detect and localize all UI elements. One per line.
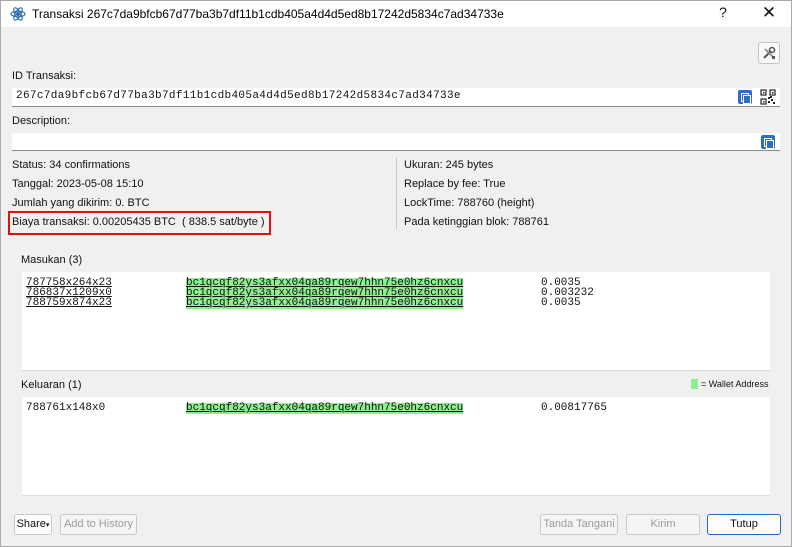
txid-value: 267c7da9bfcb67d77ba3b7df11b1cdb405a4d4d5… xyxy=(16,90,461,102)
close-button-label: Tutup xyxy=(730,518,758,530)
wallet-address-legend: = Wallet Address xyxy=(701,379,769,389)
output-address[interactable]: bc1qcqf82ys3afxx04qa89rqew7hhn75e0hz6cnx… xyxy=(186,403,464,414)
add-to-history-button[interactable]: Add to History xyxy=(60,514,137,535)
list-item[interactable]: 788761x148x0 bc1qcqf82ys3afxx04qa89rqew7… xyxy=(22,403,767,414)
input-amount: 0.0035 xyxy=(541,297,581,309)
size-text: Ukuran: 245 bytes xyxy=(404,159,494,171)
help-button[interactable]: ? xyxy=(715,4,731,22)
transaction-dialog: Transaksi 267c7da9bfcb67d77ba3b7df11b1cd… xyxy=(0,0,792,547)
inputs-label: Masukan (3) xyxy=(21,254,83,266)
input-outpoint[interactable]: 788759x874x23 xyxy=(26,298,112,309)
title-bar: Transaksi 267c7da9bfcb67d77ba3b7df11b1cd… xyxy=(1,1,791,27)
description-field[interactable] xyxy=(12,133,780,151)
sign-button[interactable]: Tanda Tangani xyxy=(540,514,618,535)
status-text: Status: 34 confirmations xyxy=(12,159,131,171)
add-to-history-label: Add to History xyxy=(63,518,134,530)
amount-text: Jumlah yang dikirim: 0. BTC xyxy=(12,197,150,209)
output-amount: 0.00817765 xyxy=(541,402,608,414)
wallet-address-swatch xyxy=(691,379,698,389)
broadcast-button[interactable]: Kirim xyxy=(626,514,700,535)
window-title: Transaksi 267c7da9bfcb67d77ba3b7df11b1cd… xyxy=(32,7,504,21)
description-label: Description: xyxy=(12,115,71,127)
rbf-text: Replace by fee: True xyxy=(404,178,506,190)
copy-icon[interactable] xyxy=(738,90,752,104)
outputs-list[interactable]: 788761x148x0 bc1qcqf82ys3afxx04qa89rqew7… xyxy=(22,397,770,496)
close-button[interactable]: Tutup xyxy=(707,514,781,535)
tools-icon xyxy=(763,46,776,59)
txid-label: ID Transaksi: xyxy=(12,70,77,82)
qr-code-icon[interactable] xyxy=(760,89,776,105)
input-address[interactable]: bc1qcqf82ys3afxx04qa89rqew7hhn75e0hz6cnx… xyxy=(186,298,464,309)
date-text: Tanggal: 2023-05-08 15:10 xyxy=(12,178,144,190)
sign-button-label: Tanda Tangani xyxy=(543,518,615,530)
electrum-icon xyxy=(10,7,26,21)
broadcast-button-label: Kirim xyxy=(650,518,676,530)
copy-icon[interactable] xyxy=(761,135,775,149)
chevron-down-icon: ▾ xyxy=(45,522,50,529)
inputs-list[interactable]: 787758x264x23 bc1qcqf82ys3afxx04qa89rqew… xyxy=(22,272,770,371)
share-button[interactable]: Share▾ xyxy=(14,514,52,535)
info-divider xyxy=(396,157,397,229)
output-outpoint: 788761x148x0 xyxy=(26,402,106,414)
share-button-label: Share xyxy=(16,518,46,530)
locktime-text: LockTime: 788760 (height) xyxy=(404,197,535,209)
fee-highlight-box xyxy=(8,211,271,235)
outputs-label: Keluaran (1) xyxy=(21,379,82,391)
txid-field[interactable]: 267c7da9bfcb67d77ba3b7df11b1cdb405a4d4d5… xyxy=(12,88,780,107)
list-item[interactable]: 788759x874x23 bc1qcqf82ys3afxx04qa89rqew… xyxy=(22,298,767,309)
block-height-text: Pada ketinggian blok: 788761 xyxy=(404,216,549,228)
tools-button[interactable] xyxy=(758,42,780,64)
close-window-button[interactable]: ✕ xyxy=(759,3,779,23)
